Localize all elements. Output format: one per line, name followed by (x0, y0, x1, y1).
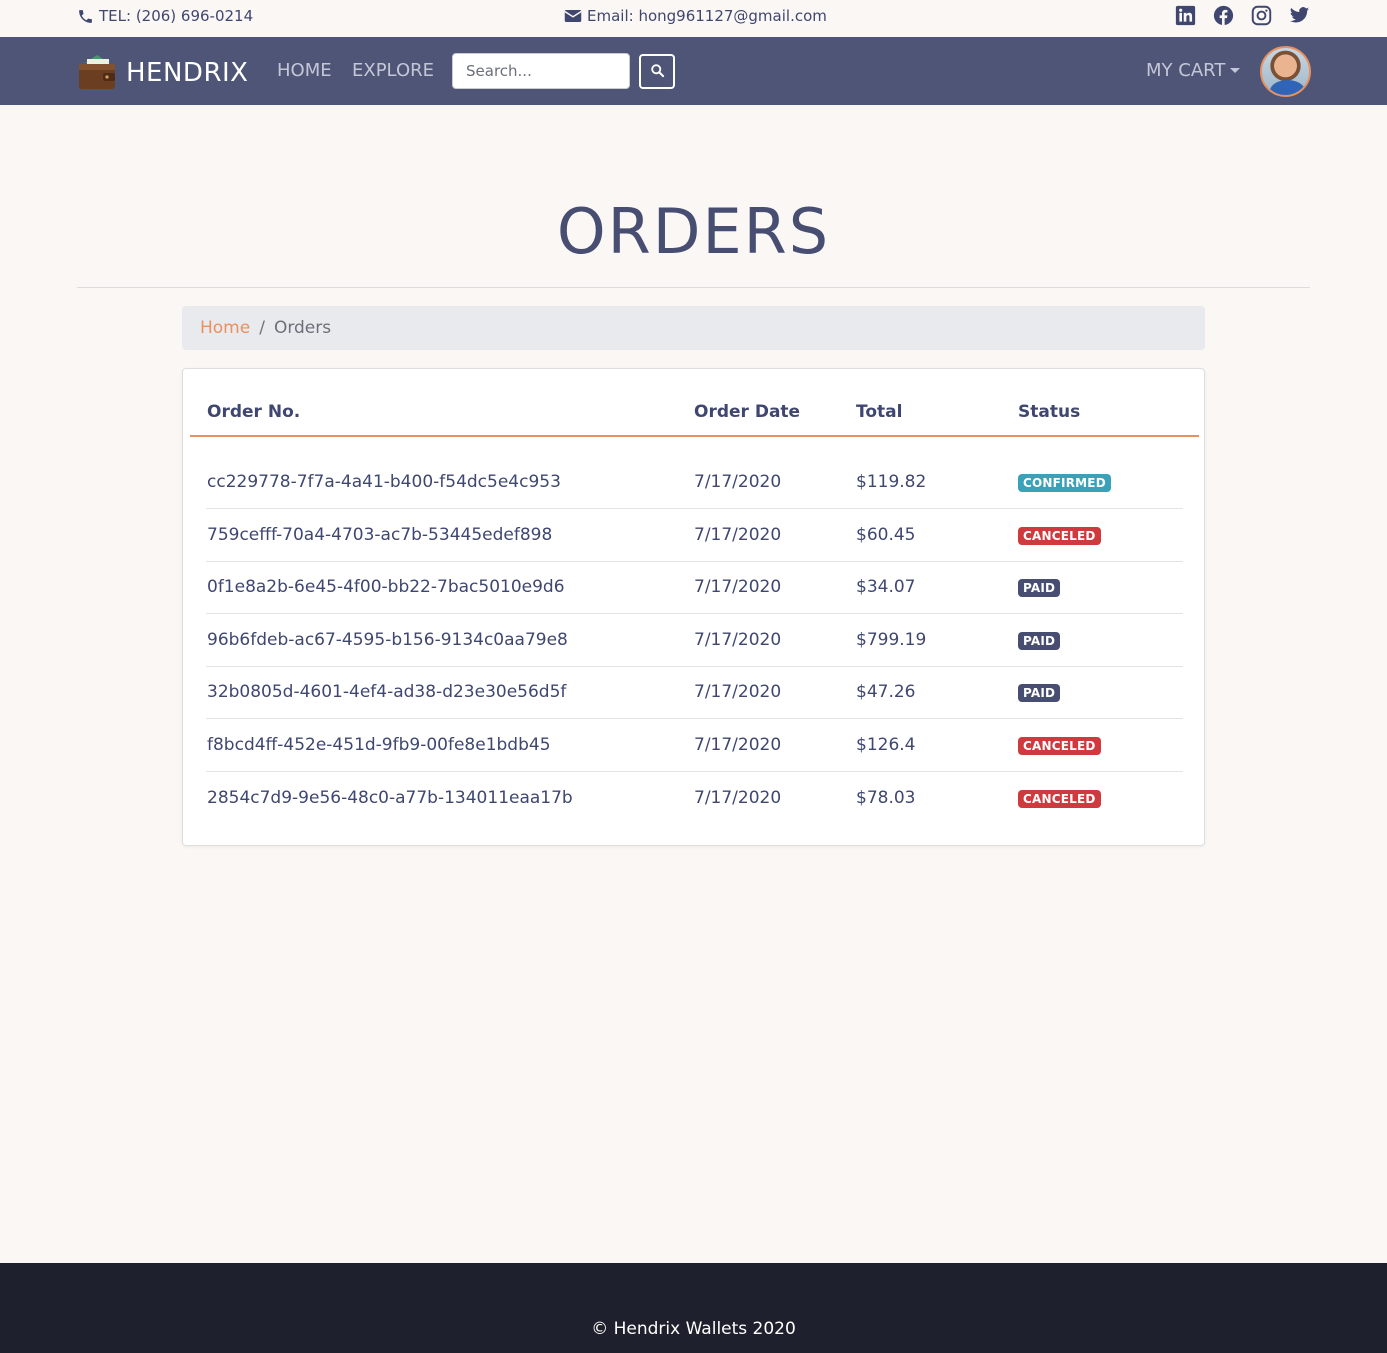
table-row[interactable]: 759cefff-70a4-4703-ac7b-53445edef898 7/17… (206, 509, 1183, 562)
order-id: cc229778-7f7a-4a41-b400-f54dc5e4c953 (207, 472, 561, 492)
brand-name: HENDRIX (126, 58, 249, 88)
status-badge: PAID (1018, 631, 1061, 650)
header-status: Status (1018, 402, 1081, 422)
order-date: 7/17/2020 (694, 682, 782, 703)
order-date: 7/17/2020 (694, 577, 782, 598)
footer-copyright: © Hendrix Wallets 2020 (591, 1319, 796, 1339)
order-id: 2854c7d9-9e56-48c0-a77b-134011eaa17b (207, 787, 573, 808)
email-text: Email: hong961127@gmail.com (587, 7, 827, 25)
footer: © Hendrix Wallets 2020 (0, 1263, 1387, 1353)
search-button[interactable] (639, 54, 675, 89)
search-input[interactable] (452, 53, 630, 89)
order-total: $60.45 (856, 524, 916, 545)
breadcrumb: Home / Orders (182, 306, 1205, 350)
nav-home-link[interactable]: HOME (277, 60, 332, 81)
order-id: 0f1e8a2b-6e45-4f00-bb22-7bac5010e9d6 (207, 577, 565, 598)
orders-table-card: Order No. Order Date Total Status cc2297… (182, 368, 1205, 846)
title-divider (77, 287, 1310, 288)
status-badge: CONFIRMED (1018, 474, 1111, 492)
phone-text: TEL: (206) 696-0214 (99, 7, 254, 25)
order-date: 7/17/2020 (694, 524, 782, 545)
linkedin-icon[interactable] (1175, 5, 1196, 26)
social-links (1175, 5, 1310, 26)
order-total: $78.03 (856, 787, 916, 808)
order-id: 32b0805d-4601-4ef4-ad38-d23e30e56d5f (207, 682, 567, 703)
contact-phone: TEL: (206) 696-0214 (77, 7, 253, 25)
order-date: 7/17/2020 (694, 735, 782, 755)
order-date: 7/17/2020 (694, 472, 782, 492)
instagram-icon[interactable] (1251, 5, 1272, 26)
order-total: $126.4 (856, 735, 916, 755)
breadcrumb-separator: / (259, 318, 265, 338)
order-total: $34.07 (856, 577, 916, 598)
top-bar: TEL: (206) 696-0214 Email: hong961127@gm… (0, 0, 1387, 37)
table-row[interactable]: f8bcd4ff-452e-451d-9fb9-00fe8e1bdb45 7/17… (206, 719, 1183, 772)
table-row[interactable]: 96b6fdeb-ac67-4595-b156-9134c0aa79e8 7/17… (206, 614, 1183, 667)
page-title: ORDERS (556, 195, 831, 268)
envelope-icon (564, 9, 582, 23)
cart-label: MY CART (1146, 60, 1226, 81)
contact-email: Email: hong961127@gmail.com (564, 7, 827, 25)
order-total: $47.26 (856, 682, 916, 703)
order-id: 96b6fdeb-ac67-4595-b156-9134c0aa79e8 (207, 629, 568, 650)
table-header: Order No. Order Date Total Status (190, 369, 1199, 437)
order-id: 759cefff-70a4-4703-ac7b-53445edef898 (207, 524, 553, 545)
nav-explore-link[interactable]: EXPLORE (352, 60, 434, 81)
header-order-no: Order No. (207, 402, 301, 422)
brand-link[interactable]: HENDRIX (77, 51, 249, 95)
breadcrumb-home-link[interactable]: Home (200, 318, 250, 338)
facebook-icon[interactable] (1213, 5, 1234, 26)
order-total: $119.82 (856, 472, 927, 492)
status-badge: CANCELED (1018, 789, 1101, 808)
table-row[interactable]: cc229778-7f7a-4a41-b400-f54dc5e4c953 7/17… (206, 456, 1183, 509)
phone-icon (77, 8, 94, 25)
order-id: f8bcd4ff-452e-451d-9fb9-00fe8e1bdb45 (207, 735, 551, 755)
order-total: $799.19 (856, 629, 927, 650)
header-total: Total (856, 402, 903, 422)
table-row[interactable]: 32b0805d-4601-4ef4-ad38-d23e30e56d5f 7/17… (206, 666, 1183, 720)
status-badge: CANCELED (1018, 526, 1101, 545)
my-cart-dropdown[interactable]: MY CART (1146, 60, 1241, 81)
table-row[interactable]: 0f1e8a2b-6e45-4f00-bb22-7bac5010e9d6 7/17… (206, 561, 1183, 615)
breadcrumb-current: Orders (273, 318, 332, 338)
user-avatar[interactable] (1260, 46, 1311, 97)
wallet-logo-icon (77, 51, 117, 95)
status-badge: PAID (1018, 684, 1061, 703)
twitter-icon[interactable] (1289, 5, 1310, 26)
status-badge: CANCELED (1018, 737, 1101, 755)
header-order-date: Order Date (694, 402, 801, 422)
caret-down-icon (1230, 68, 1241, 73)
order-date: 7/17/2020 (694, 629, 782, 650)
main-navbar: HENDRIX HOME EXPLORE MY CART (0, 37, 1387, 105)
table-row[interactable]: 2854c7d9-9e56-48c0-a77b-134011eaa17b 7/17… (206, 772, 1183, 825)
status-badge: PAID (1018, 579, 1061, 598)
order-date: 7/17/2020 (694, 787, 782, 808)
search-icon (650, 63, 665, 81)
